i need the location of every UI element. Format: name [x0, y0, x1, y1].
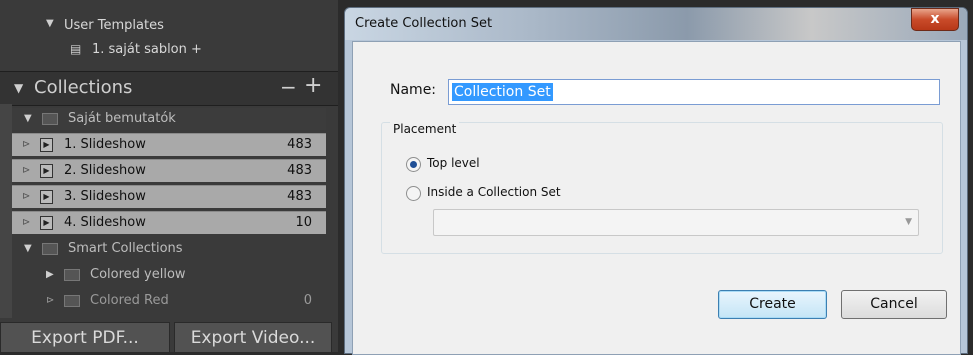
expand-triangle-icon[interactable]: ▼ — [24, 108, 32, 130]
slideshow-label: 1. Slideshow — [64, 137, 146, 152]
expand-triangle-icon[interactable]: ▼ — [24, 238, 32, 260]
user-templates-label: User Templates — [64, 18, 164, 33]
collections-panel: ▼ User Templates ▤ 1. saját sablon + ▼ C… — [0, 0, 338, 352]
template-item-label: 1. saját sablon + — [92, 42, 202, 57]
dialog-body: Name: Collection Set Placement Top level… — [352, 41, 961, 355]
collection-set-row[interactable]: ▼ Saját bemutatók — [12, 108, 326, 130]
name-input[interactable]: Collection Set — [448, 79, 940, 105]
template-item[interactable]: ▤ 1. saját sablon + — [0, 42, 338, 64]
top-level-label[interactable]: Top level — [427, 156, 480, 170]
dialog-title: Create Collection Set — [355, 16, 493, 31]
smart-item-label: Colored Red — [90, 293, 169, 308]
dropdown-arrow-icon: ▼ — [905, 217, 912, 227]
placement-legend: Placement — [390, 122, 460, 136]
slideshow-label: 4. Slideshow — [64, 215, 146, 230]
smart-collection-icon — [64, 269, 80, 281]
name-label: Name: — [390, 82, 437, 98]
remove-collection-button[interactable]: − — [280, 75, 297, 99]
slideshow-row[interactable]: ⊳ ▶ 1. Slideshow 483 — [12, 133, 326, 156]
slideshow-count: 483 — [287, 163, 312, 178]
slideshow-row[interactable]: ⊳ ▶ 3. Slideshow 483 — [12, 185, 326, 208]
slideshow-count: 483 — [287, 189, 312, 204]
slideshow-label: 3. Slideshow — [64, 189, 146, 204]
add-collection-button[interactable]: + — [304, 73, 322, 98]
export-pdf-button[interactable]: Export PDF... — [0, 322, 170, 352]
slideshow-label: 2. Slideshow — [64, 163, 146, 178]
smart-collections-row[interactable]: ▼ Smart Collections — [12, 238, 326, 260]
slideshow-row[interactable]: ⊳ ▶ 4. Slideshow 10 — [12, 211, 326, 234]
top-level-radio[interactable] — [406, 157, 421, 172]
slideshow-row[interactable]: ⊳ ▶ 2. Slideshow 483 — [12, 159, 326, 182]
collections-title: Collections — [34, 77, 133, 98]
play-arrow-icon[interactable]: ▶ — [46, 264, 54, 286]
collection-set-icon — [42, 113, 58, 125]
cancel-button[interactable]: Cancel — [841, 290, 947, 319]
smart-collections-label: Smart Collections — [68, 241, 183, 256]
export-video-button[interactable]: Export Video... — [174, 322, 332, 352]
collapse-triangle-icon[interactable]: ▼ — [14, 81, 23, 95]
inside-collection-set-label[interactable]: Inside a Collection Set — [427, 185, 561, 199]
collection-set-dropdown[interactable]: ▼ — [433, 209, 919, 236]
create-collection-set-dialog: Create Collection Set x Name: Collection… — [344, 7, 968, 355]
smart-collection-icon — [64, 295, 80, 307]
slideshow-icon: ▶ — [40, 138, 53, 152]
smart-collection-item[interactable]: ▶ Colored yellow — [12, 264, 326, 286]
name-input-value: Collection Set — [452, 83, 553, 101]
smart-collection-set-icon — [42, 243, 58, 255]
slideshow-icon: ▶ — [40, 216, 53, 230]
slideshow-icon: ▶ — [40, 164, 53, 178]
smart-item-label: Colored yellow — [90, 267, 186, 282]
disclosure-arrow-icon: ⊳ — [22, 139, 31, 150]
close-button[interactable]: x — [911, 8, 959, 31]
create-button[interactable]: Create — [718, 290, 827, 319]
disclosure-arrow-icon: ⊳ — [46, 295, 55, 306]
disclosure-arrow-icon: ⊳ — [22, 217, 31, 228]
slideshow-icon: ▶ — [40, 190, 53, 204]
disclosure-arrow-icon: ⊳ — [22, 191, 31, 202]
slideshow-count: 483 — [287, 137, 312, 152]
inside-collection-set-radio[interactable] — [406, 186, 421, 201]
collections-header[interactable]: ▼ Collections − + — [0, 71, 338, 106]
disclosure-arrow-icon: ⊳ — [22, 165, 31, 176]
smart-item-count: 0 — [303, 293, 312, 308]
slideshow-count: 10 — [295, 215, 312, 230]
user-templates-row[interactable]: ▼ User Templates — [0, 18, 338, 40]
smart-collection-item[interactable]: ⊳ Colored Red 0 — [12, 290, 326, 312]
dialog-titlebar[interactable]: Create Collection Set — [345, 8, 967, 40]
collection-set-label: Saját bemutatók — [68, 111, 176, 126]
panel-scrollbar[interactable] — [0, 104, 12, 318]
expand-triangle-icon[interactable]: ▼ — [46, 18, 54, 29]
template-icon: ▤ — [70, 42, 82, 56]
